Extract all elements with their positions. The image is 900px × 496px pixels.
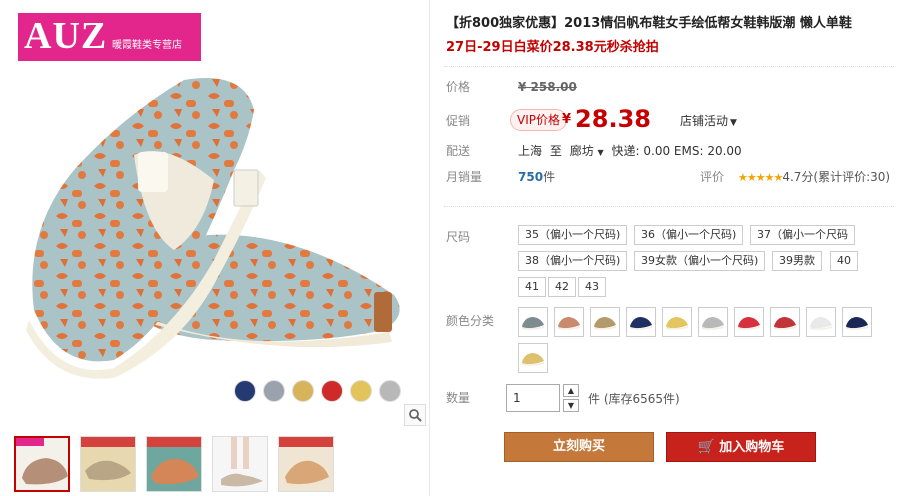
color-option-8[interactable] [770,307,800,337]
color-label: 颜色分类 [446,314,495,328]
original-price: ¥ 258.00 [518,80,577,94]
color-option-6[interactable] [698,307,728,337]
swatch-yellow[interactable] [350,380,372,402]
chevron-down-icon: ▼ [730,118,737,128]
main-product-image[interactable] [14,60,414,385]
color-option-3[interactable] [590,307,620,337]
monthly-sales-label: 月销量 [446,170,483,184]
thumbnail-strip [14,436,334,492]
monthly-sales: 750件 [518,169,555,185]
color-option-10[interactable] [842,307,872,337]
rating-label: 评价 [700,170,725,184]
add-to-cart-label: 加入购物车 [719,440,785,455]
quantity-stepper: ▲ ▼ [563,384,579,412]
swatch-red[interactable] [321,380,343,402]
shoe-swatch-icon [738,317,760,330]
logo-text: AUZ [24,15,108,57]
shoe-swatch-icon [666,317,688,330]
shipping-fees: 快递: 0.00 EMS: 20.00 [611,144,742,158]
size-option-41[interactable]: 41 [518,277,546,297]
shoe-swatch-icon [774,317,796,330]
quantity-label: 数量 [446,391,471,405]
size-option-42[interactable]: 42 [548,277,576,297]
size-option-35[interactable]: 35（偏小一个尺码) [518,225,628,245]
shop-logo[interactable]: AUZ 暖霞鞋类专营店 [18,13,201,61]
monthly-sales-value: 750 [518,170,544,184]
rating-stars-icon: ★★★★★ [738,171,783,184]
shoe-swatch-icon [702,317,724,330]
shoe-swatch-icon [522,353,544,366]
color-option-9[interactable] [806,307,836,337]
quantity-stock: 件 (库存6565件) [588,392,680,406]
shop-activity-label: 店铺活动 [680,114,729,128]
promo-price-value: 28.38 [575,105,651,133]
original-price-label: 价格 [446,80,471,94]
size-option-39f[interactable]: 39女款（偏小一个尺码) [634,251,766,271]
size-option-40[interactable]: 40 [830,251,858,271]
product-info: 【折800独家优惠】2013情侣帆布鞋女手绘低帮女鞋韩版潮 懒人单鞋 27日-2… [432,0,900,496]
vip-price-badge: VIP价格 [510,109,567,131]
product-gallery: AUZ 暖霞鞋类专营店 [0,0,430,496]
color-option-7[interactable] [734,307,764,337]
shoe-swatch-icon [594,317,616,330]
currency-symbol: ¥ [562,112,572,127]
size-option-39m[interactable]: 39男款 [772,251,822,271]
shoe-swatch-icon [846,317,868,330]
color-option-4[interactable] [626,307,656,337]
swatch-beige[interactable] [292,380,314,402]
sku-section: 尺码 35（偏小一个尺码) 36（偏小一个尺码) 37（偏小一个尺码 38（偏小… [444,206,894,373]
thumbnail-3[interactable] [146,436,202,492]
color-option-2[interactable] [554,307,584,337]
color-swatch-row [234,380,401,404]
shoe-swatch-icon [810,317,832,330]
add-to-cart-button[interactable]: 🛒 加入购物车 [666,432,816,462]
shop-activity-dropdown[interactable]: 店铺活动 ▼ [680,113,737,131]
shipping-info: 上海 至 廊坊 ▼ 快递: 0.00 EMS: 20.00 [518,143,742,161]
product-subtitle: 27日-29日白菜价28.38元秒杀抢拍 [446,40,659,55]
zoom-button[interactable] [404,404,426,426]
rating-text: 4.7分(累计评价:30) [782,170,891,184]
buy-now-button[interactable]: 立刻购买 [504,432,654,462]
thumbnail-4[interactable] [212,436,268,492]
size-label: 尺码 [446,230,471,244]
color-option-1[interactable] [518,307,548,337]
size-option-43[interactable]: 43 [578,277,606,297]
thumbnail-1[interactable] [14,436,70,492]
swatch-navy[interactable] [234,380,256,402]
product-title: 【折800独家优惠】2013情侣帆布鞋女手绘低帮女鞋韩版潮 懒人单鞋 [446,16,852,31]
rating[interactable]: ★★★★★4.7分(累计评价:30) [738,169,890,186]
qty-up-icon[interactable]: ▲ [563,384,579,397]
chevron-down-icon: ▼ [597,148,604,157]
logo-subtext: 暖霞鞋类专营店 [112,40,182,51]
ship-to-word: 至 [549,144,562,158]
monthly-sales-unit: 件 [543,170,556,184]
thumbnail-5[interactable] [278,436,334,492]
size-option-36[interactable]: 36（偏小一个尺码) [634,225,744,245]
size-option-38[interactable]: 38（偏小一个尺码) [518,251,628,271]
shoe-swatch-icon [630,317,652,330]
magnifier-icon [409,409,422,422]
quantity-input[interactable]: 1 [506,384,560,412]
promo-price: ¥28.38 [562,105,651,133]
swatch-light-grey[interactable] [379,380,401,402]
color-option-11[interactable] [518,343,548,373]
ship-to-selector[interactable]: 廊坊 [570,144,594,158]
size-option-37[interactable]: 37（偏小一个尺码 [750,225,855,245]
color-option-5[interactable] [662,307,692,337]
shipping-label: 配送 [446,144,471,158]
shoe-swatch-icon [522,317,544,330]
ship-from: 上海 [518,144,543,158]
promo-label: 促销 [446,114,471,128]
thumbnail-2[interactable] [80,436,136,492]
cart-icon: 🛒 [697,439,716,455]
shoe-swatch-icon [558,317,580,330]
swatch-grey-floral[interactable] [263,380,285,402]
qty-down-icon[interactable]: ▼ [563,399,579,412]
price-section: 价格 ¥ 258.00 促销 VIP价格 ¥28.38 店铺活动 ▼ 配送 上海 … [444,66,894,196]
